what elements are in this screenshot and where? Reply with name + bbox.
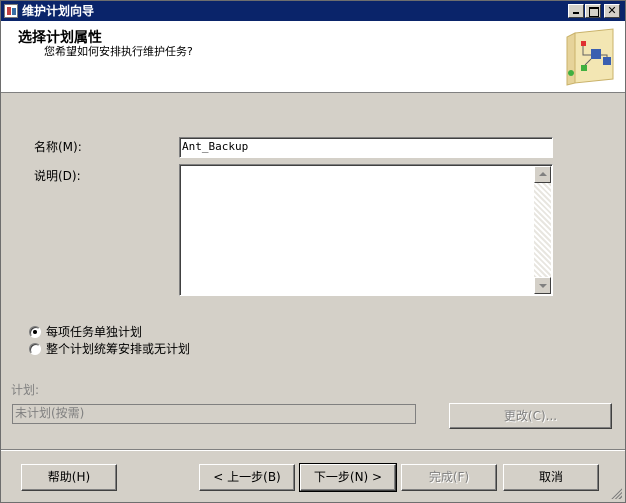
back-button[interactable]: < 上一步(B) [199, 464, 295, 491]
schedule-label: 计划: [11, 383, 40, 397]
cancel-button[interactable]: 取消 [503, 464, 599, 491]
scroll-down-button[interactable] [534, 277, 551, 294]
radio-separate-label: 每项任务单独计划 [46, 325, 143, 339]
wizard-window: 维护计划向导 ✕ 选择计划属性 您希望如何安排执行维护任务? 名称(M): 说明… [0, 0, 626, 503]
close-icon: ✕ [607, 4, 617, 17]
app-icon [4, 4, 18, 18]
description-field-frame [179, 164, 553, 296]
name-input[interactable] [182, 139, 550, 155]
name-label: 名称(M): [34, 140, 82, 154]
arrow-up-icon [539, 172, 547, 176]
radio-separate-schedules[interactable]: 每项任务单独计划 [29, 324, 229, 340]
close-button[interactable]: ✕ [604, 4, 620, 18]
resize-grip-icon[interactable] [610, 487, 622, 499]
footer-divider [1, 449, 625, 451]
minimize-button[interactable] [568, 4, 584, 18]
description-input[interactable] [182, 167, 532, 293]
radio-button-checked[interactable] [29, 326, 41, 338]
scroll-up-button[interactable] [534, 166, 551, 183]
schedule-value: 未计划(按需) [15, 406, 85, 420]
finish-button[interactable]: 完成(F) [401, 464, 497, 491]
wizard-header: 选择计划属性 您希望如何安排执行维护任务? [1, 21, 625, 93]
change-schedule-button[interactable]: 更改(C)... [449, 403, 612, 429]
next-button[interactable]: 下一步(N) > [299, 463, 397, 492]
minimize-icon [569, 5, 583, 17]
schedule-field: 未计划(按需) [12, 404, 416, 424]
arrow-down-icon [539, 284, 547, 288]
radio-single-label: 整个计划统筹安排或无计划 [46, 342, 191, 356]
window-title: 维护计划向导 [22, 4, 95, 18]
description-scrollbar[interactable] [534, 166, 551, 294]
description-label: 说明(D): [34, 169, 81, 183]
radio-button[interactable] [29, 343, 41, 355]
maximize-button[interactable] [585, 4, 601, 18]
page-subtitle: 您希望如何安排执行维护任务? [44, 45, 193, 58]
maximize-icon [586, 5, 600, 17]
maintenance-plan-icon [561, 27, 617, 87]
title-bar: 维护计划向导 ✕ [1, 1, 625, 21]
radio-single-schedule[interactable]: 整个计划统筹安排或无计划 [29, 341, 249, 357]
help-button[interactable]: 帮助(H) [21, 464, 117, 491]
name-field-frame [179, 137, 553, 158]
